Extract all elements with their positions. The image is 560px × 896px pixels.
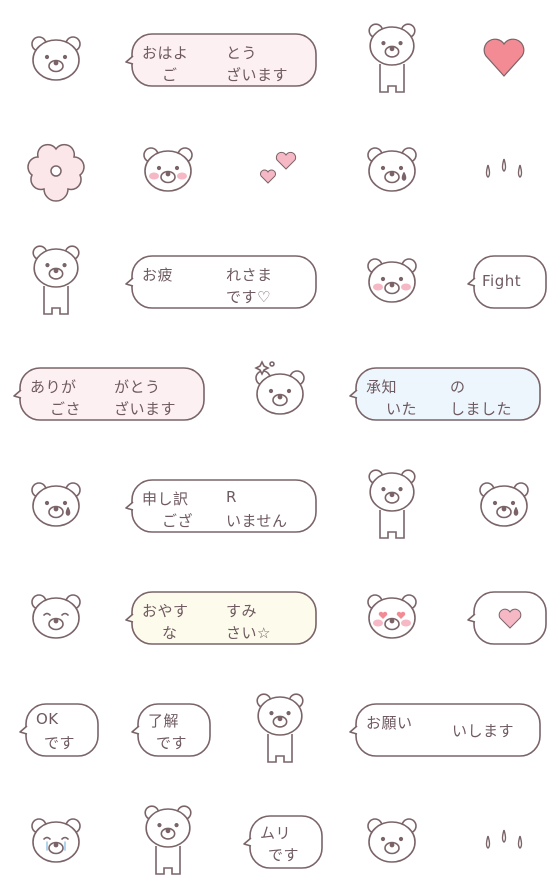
bubble-text: Fight [482,272,522,290]
bubble-text: ムリ [260,824,292,842]
bear-icon [367,147,417,192]
sticker-bubble-left[interactable]: 申し訳ござ [112,448,224,560]
sticker-bear[interactable] [0,2,112,114]
bear-icon [368,469,416,539]
bubble-text: いします [452,722,515,740]
emoji-sticker-grid: おはよごとう ざいます お疲 れさま です♡ Fight ありが ごさ がとう ざいます 承知… [0,0,560,896]
sticker-bear-standing[interactable] [0,224,112,336]
sticker-bubble-right[interactable]: れさまです♡ [224,224,336,336]
bubble-text: ご [162,66,178,84]
bear-icon [368,23,416,93]
sticker-drops[interactable] [448,113,560,225]
sticker-bear-sweat[interactable] [0,448,112,560]
drops-icon [485,829,523,849]
flower-icon [27,143,85,202]
bear-icon [479,482,529,527]
sticker-bear-standing[interactable] [112,784,224,896]
bubble-text: ごさ [50,400,82,418]
bubble-text: おやす [142,602,189,620]
bubble-right-icon [224,479,317,533]
sticker-hearts[interactable] [224,113,336,225]
sticker-bear-blush[interactable] [336,224,448,336]
sticker-bubble-left[interactable]: おはよご [112,2,224,114]
bear-icon [367,258,417,303]
bubble-text: すみ [226,602,258,620]
sticker-heart[interactable] [448,2,560,114]
sticker-bear-sweat[interactable] [336,113,448,225]
bubble-text: な [162,624,178,642]
bear-icon [31,818,81,863]
sticker-bear-tear[interactable] [448,448,560,560]
sticker-bubble-full[interactable]: OK です [0,672,112,784]
sticker-drops[interactable] [448,784,560,896]
sticker-bubble-right[interactable]: R いません [224,448,336,560]
sticker-bubble-left[interactable]: お願い [336,672,448,784]
sticker-heart-bubble[interactable] [448,560,560,672]
sticker-bubble-right[interactable]: のしました [448,336,560,448]
bear-icon [254,360,305,415]
bubble-text: です♡ [226,288,271,306]
bear-icon [31,594,81,639]
sticker-bubble-right[interactable]: がとう ざいます [112,336,224,448]
bubble-text: とう [226,44,258,62]
bubble-full-icon [19,703,99,757]
bubble-text: いた [386,400,418,418]
bubble-text: ざいます [114,400,177,418]
bear-icon [32,245,80,315]
sticker-bear-standing[interactable] [224,672,336,784]
sticker-bubble-right[interactable]: いします [448,672,560,784]
bubble-text: おはよ [142,44,189,62]
sticker-bear-heart-eyes[interactable] [336,560,448,672]
bear-icon [143,147,193,192]
sticker-bubble-left[interactable]: おやすな [112,560,224,672]
sticker-bear-standing[interactable] [336,2,448,114]
sticker-bear-crying[interactable] [0,784,112,896]
bubble-text: 了解 [148,712,180,730]
sticker-bubble-full[interactable]: 了解です [112,672,224,784]
bubble-text: お疲 [142,266,174,284]
sticker-bear-sleepy[interactable] [0,560,112,672]
bear-icon [31,36,81,81]
sticker-bubble-left[interactable]: 承知いた [336,336,448,448]
bubble-text: ござ [162,512,194,530]
bubble-text: しました [450,400,513,418]
drops-icon [485,158,523,178]
hearts-icon [260,151,297,184]
sticker-bear-sparkle[interactable] [224,336,336,448]
sticker-bear-blush[interactable] [112,113,224,225]
heart-bubble-icon [467,591,547,645]
sticker-bear[interactable] [336,784,448,896]
bubble-text: 申し訳 [142,490,189,508]
bubble-text: 承知 [366,378,398,396]
bubble-text: です [268,846,300,864]
sticker-bubble-full[interactable]: Fight [448,224,560,336]
bubble-text: ざいます [226,66,289,84]
sticker-bubble-left[interactable]: お疲 [112,224,224,336]
bubble-text: さい☆ [226,624,271,642]
bubble-text: です [44,734,76,752]
bear-icon [367,818,417,863]
bubble-text: がとう [114,378,161,396]
bear-icon [144,805,192,875]
bubble-text: OK [36,710,59,728]
sticker-bear-standing[interactable] [336,448,448,560]
bubble-text: の [450,378,466,396]
bubble-text: R [226,488,237,506]
bear-icon [256,693,304,763]
bubble-text: れさま [226,266,273,284]
sticker-flower[interactable] [0,113,112,225]
bubble-text: ありが [30,378,77,396]
heart-icon [483,38,525,77]
sticker-bubble-full[interactable]: ムリです [224,784,336,896]
sticker-bubble-right[interactable]: とう ざいます [224,2,336,114]
sticker-bubble-left[interactable]: ありがごさ [0,336,112,448]
bear-icon [367,594,417,639]
bubble-text: お願い [366,714,413,732]
bubble-text: いません [226,512,288,530]
bear-icon [31,482,81,527]
sticker-bubble-right[interactable]: すみさい☆ [224,560,336,672]
bubble-text: です [156,734,188,752]
